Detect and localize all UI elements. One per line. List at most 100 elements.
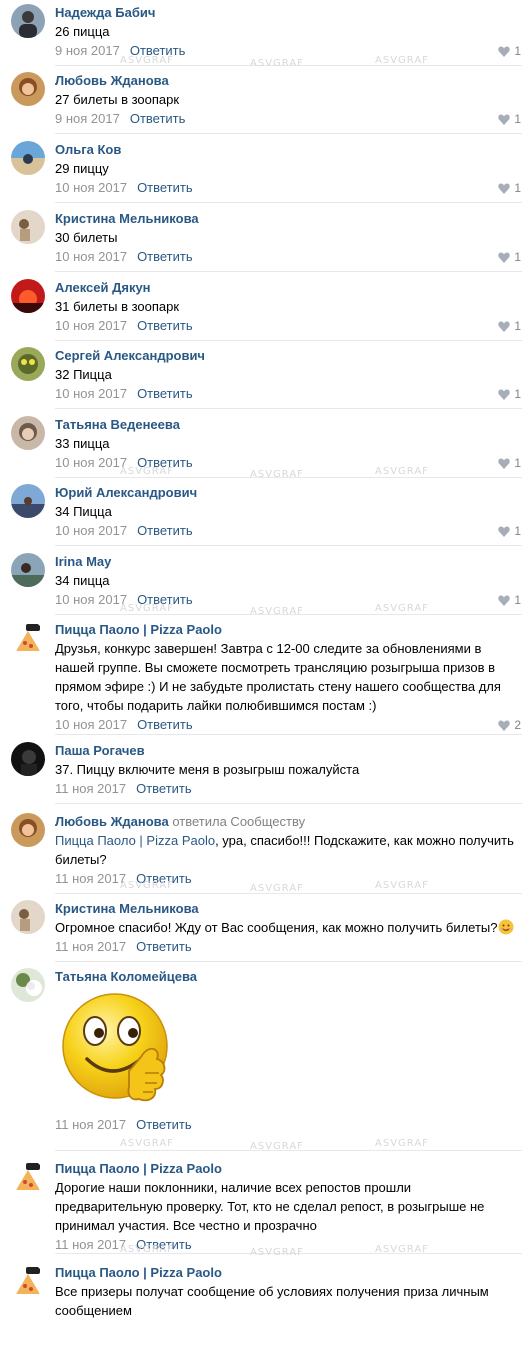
comment-author[interactable]: Пицца Паоло | Pizza Paolo bbox=[55, 622, 222, 637]
reply-button[interactable]: Ответить bbox=[137, 455, 193, 470]
heart-icon bbox=[498, 389, 511, 400]
comment-author[interactable]: Кристина Мельникова bbox=[55, 211, 199, 226]
comment-text-line: Дорогие наши поклонники, наличие всех ре… bbox=[55, 1180, 412, 1195]
reply-button[interactable]: Ответить bbox=[130, 111, 186, 126]
comment-meta: 9 ноя 2017 Ответить 1 bbox=[55, 41, 521, 61]
avatar[interactable] bbox=[11, 72, 45, 106]
comment-date[interactable]: 11 ноя 2017 bbox=[55, 781, 126, 796]
comment-text: Пицца Паоло | Pizza Paolo, ура, спасибо!… bbox=[55, 831, 520, 850]
reply-button[interactable]: Ответить bbox=[137, 386, 193, 401]
like-button[interactable]: 1 bbox=[498, 521, 521, 541]
reply-button[interactable]: Ответить bbox=[136, 781, 192, 796]
like-count: 1 bbox=[514, 593, 521, 607]
comment-date[interactable]: 10 ноя 2017 bbox=[55, 249, 127, 264]
reply-button[interactable]: Ответить bbox=[136, 1237, 192, 1252]
heart-icon bbox=[498, 458, 511, 469]
avatar[interactable] bbox=[11, 742, 45, 776]
comment-date[interactable]: 11 ноя 2017 bbox=[55, 939, 126, 954]
avatar[interactable] bbox=[11, 900, 45, 934]
like-button[interactable]: 1 bbox=[498, 109, 521, 129]
comment-item: Сергей Александрович 32 Пицца 10 ноя 201… bbox=[0, 347, 530, 409]
avatar[interactable] bbox=[11, 968, 45, 1002]
comment-author[interactable]: Кристина Мельникова bbox=[55, 901, 199, 916]
comment-meta: 10 ноя 2017 Ответить 2 bbox=[55, 715, 521, 735]
comment-author[interactable]: Юрий Александрович bbox=[55, 485, 197, 500]
reply-button[interactable]: Ответить bbox=[137, 592, 193, 607]
like-button[interactable]: 1 bbox=[498, 590, 521, 610]
comment-date[interactable]: 10 ноя 2017 bbox=[55, 180, 127, 195]
comment-author[interactable]: Ольга Ков bbox=[55, 142, 121, 157]
comment-text: 34 Пицца bbox=[55, 504, 112, 519]
reply-button[interactable]: Ответить bbox=[136, 939, 192, 954]
comment-author[interactable]: Пицца Паоло | Pizza Paolo bbox=[55, 1161, 222, 1176]
comment-author[interactable]: Паша Рогачев bbox=[55, 743, 145, 758]
comment-author[interactable]: Любовь Жданова bbox=[55, 814, 169, 829]
comment-item: Кристина Мельникова Огромное спасибо! Жд… bbox=[0, 900, 530, 962]
like-button[interactable]: 1 bbox=[498, 384, 521, 404]
reply-button[interactable]: Ответить bbox=[137, 249, 193, 264]
avatar[interactable] bbox=[11, 279, 45, 313]
reply-button[interactable]: Ответить bbox=[130, 43, 186, 58]
reply-button[interactable]: Ответить bbox=[136, 1117, 192, 1132]
like-button[interactable]: 1 bbox=[498, 247, 521, 267]
heart-icon bbox=[498, 183, 511, 194]
reply-mention-link[interactable]: Пицца Паоло | Pizza Paolo bbox=[55, 833, 215, 848]
reply-button[interactable]: Ответить bbox=[136, 871, 192, 886]
comment-author[interactable]: Любовь Жданова bbox=[55, 73, 169, 88]
avatar[interactable] bbox=[11, 141, 45, 175]
comment-date[interactable]: 10 ноя 2017 bbox=[55, 318, 127, 333]
avatar[interactable] bbox=[11, 347, 45, 381]
comment-author[interactable]: Пицца Паоло | Pizza Paolo bbox=[55, 1265, 222, 1280]
like-button[interactable]: 1 bbox=[498, 316, 521, 336]
comment-date[interactable]: 10 ноя 2017 bbox=[55, 592, 127, 607]
comment-author[interactable]: Татьяна Веденеева bbox=[55, 417, 180, 432]
reply-button[interactable]: Ответить bbox=[137, 180, 193, 195]
comment-item: Татьяна Коломейцева 11 ноя 2017 Ответить bbox=[0, 968, 530, 1151]
comment-text-line: Друзья, конкурс завершен! Завтра с 12-00… bbox=[55, 641, 482, 656]
comment-date[interactable]: 11 ноя 2017 bbox=[55, 1117, 126, 1132]
comment-text-line: прямом эфире :) И не забудьте пролистать… bbox=[55, 679, 501, 694]
comment-author[interactable]: Сергей Александрович bbox=[55, 348, 205, 363]
avatar[interactable] bbox=[11, 1160, 45, 1194]
thumbs-up-smiley-sticker-icon bbox=[62, 993, 168, 1102]
avatar[interactable] bbox=[11, 1264, 45, 1298]
sticker-image bbox=[57, 991, 177, 1111]
comment-date[interactable]: 9 ноя 2017 bbox=[55, 43, 120, 58]
comment-author[interactable]: Алексей Дякун bbox=[55, 280, 151, 295]
comment-date[interactable]: 10 ноя 2017 bbox=[55, 717, 127, 732]
reply-button[interactable]: Ответить bbox=[137, 523, 193, 538]
like-button[interactable]: 1 bbox=[498, 41, 521, 61]
comment-author[interactable]: Татьяна Коломейцева bbox=[55, 969, 197, 984]
comment-author[interactable]: Irina May bbox=[55, 554, 111, 569]
like-button[interactable]: 1 bbox=[498, 453, 521, 473]
like-button[interactable]: 2 bbox=[498, 715, 521, 735]
comment-text-line: предварительную проверку. Тот, кто не сд… bbox=[55, 1199, 485, 1214]
comment-text-line: нашей группе. Вы сможете посмотреть тран… bbox=[55, 660, 496, 675]
avatar[interactable] bbox=[11, 813, 45, 847]
avatar[interactable] bbox=[11, 4, 45, 38]
comment-item: Алексей Дякун 31 билеты в зоопарк 10 ноя… bbox=[0, 279, 530, 341]
reply-button[interactable]: Ответить bbox=[137, 717, 193, 732]
comment-date[interactable]: 10 ноя 2017 bbox=[55, 455, 127, 470]
comment-item: Пицца Паоло | Pizza Paolo Все призеры по… bbox=[0, 1264, 530, 1334]
avatar[interactable] bbox=[11, 553, 45, 587]
comment-date[interactable]: 9 ноя 2017 bbox=[55, 111, 120, 126]
replied-to-label: ответила Сообществу bbox=[172, 814, 306, 829]
comment-date[interactable]: 10 ноя 2017 bbox=[55, 523, 127, 538]
comment-item: Юрий Александрович 34 Пицца 10 ноя 2017 О… bbox=[0, 484, 530, 546]
comment-meta: 10 ноя 2017 Ответить 1 bbox=[55, 316, 521, 336]
comment-item: Irina May 34 пицца 10 ноя 2017 Ответить 1 bbox=[0, 553, 530, 615]
avatar[interactable] bbox=[11, 621, 45, 655]
avatar[interactable] bbox=[11, 416, 45, 450]
comment-author[interactable]: Надежда Бабич bbox=[55, 5, 155, 20]
comment-date[interactable]: 10 ноя 2017 bbox=[55, 386, 127, 401]
reply-button[interactable]: Ответить bbox=[137, 318, 193, 333]
comment-date[interactable]: 11 ноя 2017 bbox=[55, 871, 126, 886]
heart-icon bbox=[498, 595, 511, 606]
comment-text-line: Все призеры получат сообщение об условия… bbox=[55, 1284, 489, 1299]
like-button[interactable]: 1 bbox=[498, 178, 521, 198]
comment-text: 31 билеты в зоопарк bbox=[55, 299, 180, 314]
avatar[interactable] bbox=[11, 210, 45, 244]
comment-date[interactable]: 11 ноя 2017 bbox=[55, 1237, 126, 1252]
avatar[interactable] bbox=[11, 484, 45, 518]
